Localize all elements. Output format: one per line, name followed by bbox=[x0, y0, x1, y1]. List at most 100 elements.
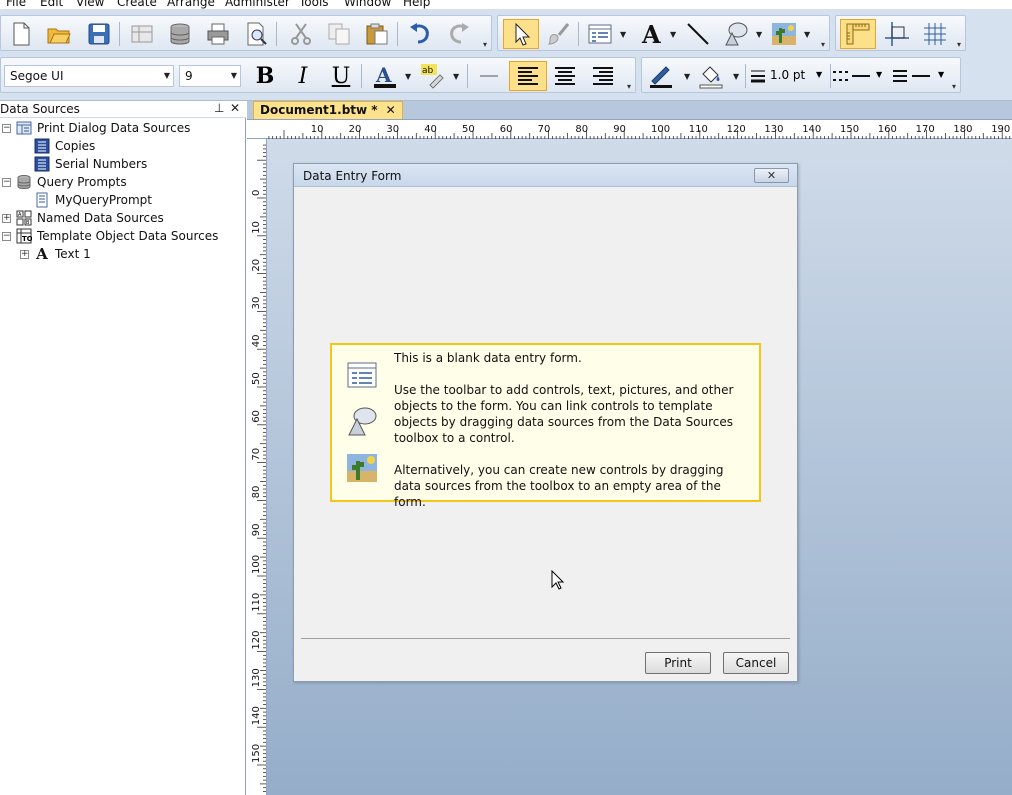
text-dropdown-icon[interactable]: ▼ bbox=[670, 30, 676, 39]
tree-item-label: Print Dialog Data Sources bbox=[37, 121, 191, 135]
menu-view[interactable]: View bbox=[76, 0, 104, 9]
expand-icon[interactable]: + bbox=[20, 249, 29, 259]
line-color-dropdown-icon[interactable]: ▼ bbox=[684, 72, 690, 81]
rulers-icon bbox=[846, 23, 870, 45]
redo-button[interactable] bbox=[445, 20, 473, 48]
tree-item-query-prompts[interactable]: − Query Prompts bbox=[2, 173, 127, 191]
align-center-button[interactable] bbox=[551, 62, 579, 90]
compound-line-selector[interactable]: ▼ bbox=[892, 66, 950, 86]
open-button[interactable] bbox=[45, 20, 73, 48]
create-text-button[interactable]: A bbox=[638, 20, 666, 48]
cut-button[interactable] bbox=[287, 20, 315, 48]
page-setup-button[interactable] bbox=[128, 20, 156, 48]
print-preview-icon bbox=[247, 22, 267, 46]
menu-file[interactable]: File bbox=[6, 0, 26, 9]
paste-button[interactable] bbox=[363, 20, 391, 48]
cancel-button[interactable]: Cancel bbox=[723, 652, 789, 674]
italic-button[interactable]: I bbox=[289, 62, 317, 90]
align-right-button[interactable] bbox=[589, 62, 617, 90]
font-color-button[interactable]: A bbox=[371, 62, 399, 90]
collapse-icon[interactable]: − bbox=[2, 123, 11, 133]
toolbar-overflow-icon[interactable]: ▾ bbox=[483, 40, 491, 49]
toolbar-overflow-icon[interactable]: ▾ bbox=[952, 82, 960, 91]
chevron-down-icon[interactable]: ▼ bbox=[164, 66, 170, 86]
toolbar-overflow-icon[interactable]: ▾ bbox=[627, 82, 635, 91]
copy-icon bbox=[328, 23, 350, 45]
shape-dropdown-icon[interactable]: ▼ bbox=[756, 30, 762, 39]
tree-item-template-object-data-sources[interactable]: − TO Template Object Data Sources bbox=[2, 227, 218, 245]
serial-numbers-source-icon bbox=[34, 156, 50, 172]
close-pane-icon[interactable]: ✕ bbox=[230, 101, 240, 115]
create-line-button[interactable] bbox=[684, 20, 712, 48]
line-width-selector[interactable]: 1.0 pt ▼ bbox=[750, 66, 830, 86]
bold-button[interactable]: B bbox=[251, 62, 279, 90]
print-button[interactable]: Print bbox=[645, 652, 711, 674]
tree-item-serial-numbers[interactable]: Serial Numbers bbox=[34, 155, 147, 173]
format-painter-button[interactable] bbox=[545, 20, 573, 48]
menu-arrange[interactable]: Arrange bbox=[167, 0, 215, 9]
picture-dropdown-icon[interactable]: ▼ bbox=[804, 30, 810, 39]
document-tab[interactable]: Document1.btw * ✕ bbox=[253, 101, 403, 119]
menu-administer[interactable]: Administer bbox=[225, 0, 290, 9]
collapse-icon[interactable]: − bbox=[2, 177, 11, 187]
tree-item-copies[interactable]: Copies bbox=[34, 137, 95, 155]
highlight-color-button[interactable]: ab bbox=[419, 62, 447, 90]
menu-tools[interactable]: Tools bbox=[299, 0, 329, 9]
database-setup-button[interactable] bbox=[166, 20, 194, 48]
undo-button[interactable] bbox=[406, 20, 434, 48]
close-icon: ✕ bbox=[766, 169, 777, 182]
font-size-combo[interactable]: 9 ▼ bbox=[179, 65, 241, 87]
create-picture-button[interactable] bbox=[770, 20, 798, 48]
chevron-down-icon[interactable]: ▼ bbox=[231, 66, 237, 86]
show-grid-button[interactable] bbox=[921, 20, 949, 48]
fill-color-dropdown-icon[interactable]: ▼ bbox=[733, 72, 739, 81]
dash-style-selector[interactable]: ▼ bbox=[832, 66, 886, 86]
tree-item-print-dialog-data-sources[interactable]: − Print Dialog Data Sources bbox=[2, 119, 190, 137]
text-line-button[interactable] bbox=[475, 62, 503, 90]
selection-tool-button[interactable] bbox=[503, 19, 539, 49]
toolbar-separator bbox=[830, 64, 831, 88]
dialog-close-button[interactable]: ✕ bbox=[754, 168, 789, 183]
tree-item-named-data-sources[interactable]: + AB Named Data Sources bbox=[2, 209, 164, 227]
ruler-label: 80 bbox=[575, 124, 588, 135]
ruler-label: 30 bbox=[386, 124, 399, 135]
toolbar-separator bbox=[467, 64, 468, 88]
print-button[interactable] bbox=[204, 20, 232, 48]
align-left-button[interactable] bbox=[509, 61, 547, 91]
tree-item-text-1[interactable]: + A Text 1 bbox=[20, 245, 91, 263]
save-button[interactable] bbox=[85, 20, 113, 48]
form-control-dropdown-icon[interactable]: ▼ bbox=[620, 30, 626, 39]
font-name-combo[interactable]: Segoe UI ▼ bbox=[4, 65, 174, 87]
ruler-label: 140 bbox=[802, 124, 821, 135]
highlight-dropdown-icon[interactable]: ▼ bbox=[453, 72, 459, 81]
chevron-down-icon[interactable]: ▼ bbox=[938, 70, 944, 79]
pin-icon[interactable]: ⊥ bbox=[214, 101, 224, 115]
new-document-icon bbox=[13, 22, 30, 46]
snap-to-guides-button[interactable] bbox=[883, 20, 911, 48]
formatting-toolbar: Segoe UI ▼ 9 ▼ B I U A ▼ ab ▼ ▾ bbox=[0, 57, 636, 93]
menu-help[interactable]: Help bbox=[403, 0, 430, 9]
chevron-down-icon[interactable]: ▼ bbox=[816, 70, 822, 79]
tree-item-myqueryprompt[interactable]: MyQueryPrompt bbox=[34, 191, 152, 209]
print-preview-button[interactable] bbox=[242, 20, 270, 48]
expand-icon[interactable]: + bbox=[2, 213, 11, 223]
chevron-down-icon[interactable]: ▼ bbox=[876, 70, 882, 79]
copy-button[interactable] bbox=[325, 20, 353, 48]
underline-button[interactable]: U bbox=[327, 62, 355, 90]
menu-edit[interactable]: Edit bbox=[40, 0, 63, 9]
show-rulers-button[interactable] bbox=[840, 19, 876, 49]
font-color-dropdown-icon[interactable]: ▼ bbox=[405, 72, 411, 81]
view-toolbar: ▾ bbox=[835, 15, 966, 51]
paint-bucket-icon bbox=[699, 66, 723, 89]
create-shape-button[interactable] bbox=[722, 20, 750, 48]
menu-create[interactable]: Create bbox=[117, 0, 157, 9]
collapse-icon[interactable]: − bbox=[2, 231, 11, 241]
line-color-button[interactable] bbox=[647, 62, 675, 90]
close-tab-icon[interactable]: ✕ bbox=[386, 103, 396, 117]
new-document-button[interactable] bbox=[7, 20, 35, 48]
menu-window[interactable]: Window bbox=[344, 0, 391, 9]
toolbar-overflow-icon[interactable]: ▾ bbox=[821, 40, 829, 49]
create-form-control-button[interactable] bbox=[586, 20, 614, 48]
toolbar-overflow-icon[interactable]: ▾ bbox=[957, 40, 965, 49]
fill-color-button[interactable] bbox=[697, 62, 725, 90]
